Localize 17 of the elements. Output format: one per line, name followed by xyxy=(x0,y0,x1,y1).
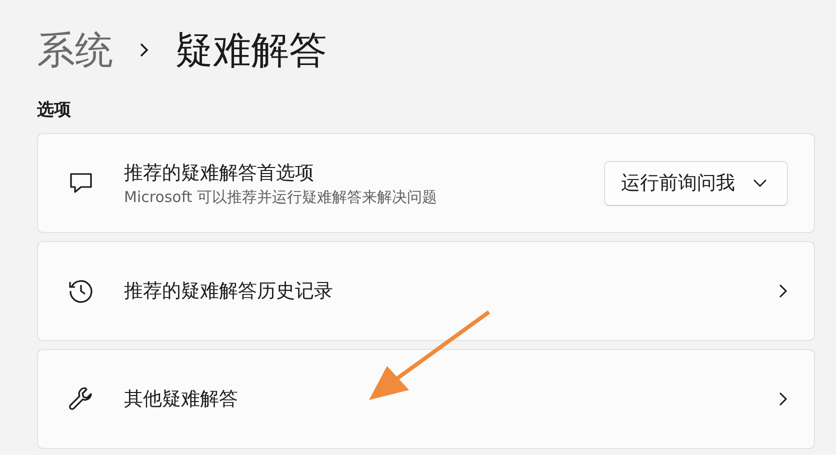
page-title: 疑难解答 xyxy=(175,26,327,74)
chevron-right-icon xyxy=(778,391,788,407)
speech-bubble-icon xyxy=(68,170,94,196)
chevron-right-icon xyxy=(139,42,149,58)
chevron-right-icon xyxy=(778,283,788,299)
setting-title: 推荐的疑难解答首选项 xyxy=(124,160,315,186)
setting-title: 推荐的疑难解答历史记录 xyxy=(124,279,334,304)
settings-card[interactable]: 推荐的疑难解答首选项 Microsoft 可以推荐并运行疑难解答来解决问题 运行前询问我 xyxy=(37,133,815,233)
dropdown[interactable]: 运行前询问我 xyxy=(604,160,788,206)
section-title: 选项 xyxy=(37,99,72,121)
setting-description: Microsoft 可以推荐并运行疑难解答来解决问题 xyxy=(124,188,438,206)
setting-title: 其他疑难解答 xyxy=(124,387,239,412)
wrench-icon xyxy=(67,385,95,413)
settings-card[interactable]: 其他疑难解答 xyxy=(37,349,815,449)
breadcrumb-parent[interactable]: 系统 xyxy=(37,24,113,76)
settings-card[interactable]: 推荐的疑难解答历史记录 xyxy=(37,241,815,341)
chevron-down-icon xyxy=(753,179,767,187)
